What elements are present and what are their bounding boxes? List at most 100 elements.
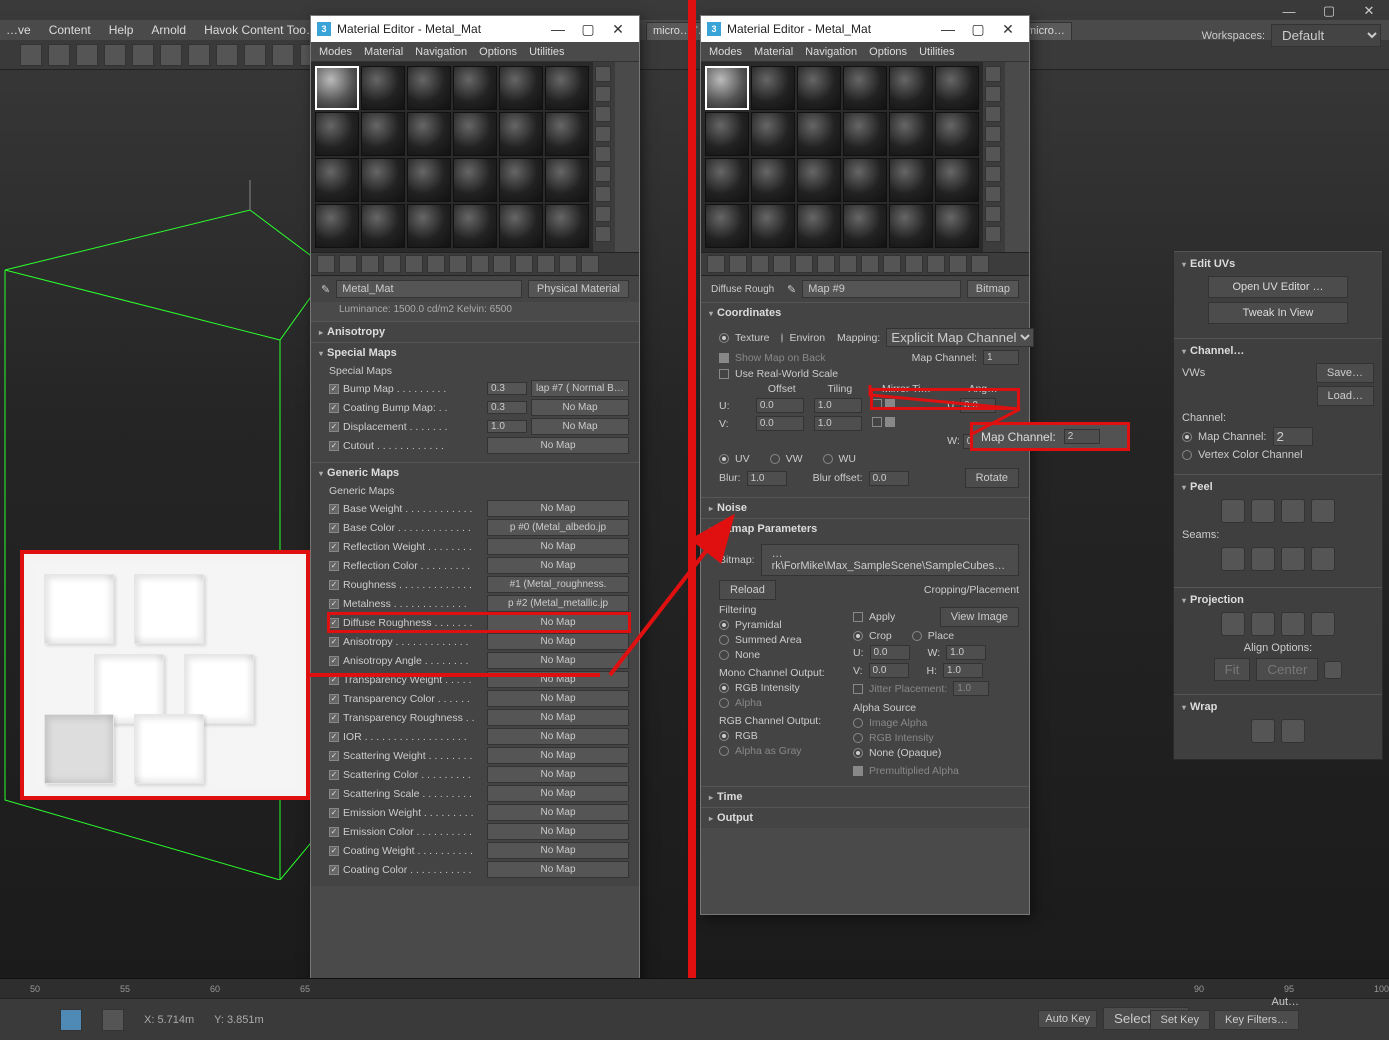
menu-item[interactable]: …ve bbox=[6, 23, 31, 37]
mat-tool-icon[interactable] bbox=[339, 255, 357, 273]
mono-rgb-radio[interactable] bbox=[719, 683, 729, 693]
sample-slot[interactable] bbox=[797, 204, 841, 248]
mat-tool-icon[interactable] bbox=[559, 255, 577, 273]
sample-slot[interactable] bbox=[453, 112, 497, 156]
projection-tool-icon[interactable] bbox=[1281, 612, 1305, 636]
summed-area-radio[interactable] bbox=[719, 635, 729, 645]
jitter-spinner[interactable] bbox=[953, 681, 989, 696]
map-slot-button[interactable]: No Map bbox=[487, 861, 629, 878]
sample-slot[interactable] bbox=[453, 204, 497, 248]
peel-tool-icon[interactable] bbox=[1251, 499, 1275, 523]
mono-alpha-radio[interactable] bbox=[719, 698, 729, 708]
side-tool-icon[interactable] bbox=[985, 86, 1001, 102]
mat-tool-icon[interactable] bbox=[905, 255, 923, 273]
menu-item[interactable]: Material bbox=[754, 46, 793, 58]
map-channel-spinner[interactable] bbox=[1273, 427, 1313, 446]
u-tiling-spinner[interactable] bbox=[814, 398, 862, 413]
map-enable-check[interactable] bbox=[329, 542, 339, 552]
side-tool-icon[interactable] bbox=[595, 106, 611, 122]
mapping-select[interactable]: Explicit Map Channel bbox=[886, 328, 1034, 347]
mat-tool-icon[interactable] bbox=[883, 255, 901, 273]
mapchannel-callout-spinner[interactable] bbox=[1064, 429, 1100, 444]
toolbar-button[interactable] bbox=[188, 44, 210, 66]
seam-tool-icon[interactable] bbox=[1311, 547, 1335, 571]
map-slot-button[interactable]: No Map bbox=[487, 690, 629, 707]
mat-tool-icon[interactable] bbox=[839, 255, 857, 273]
map-enable-check[interactable] bbox=[329, 422, 339, 432]
sample-slot[interactable] bbox=[751, 204, 795, 248]
side-tool-icon[interactable] bbox=[985, 226, 1001, 242]
seam-tool-icon[interactable] bbox=[1281, 547, 1305, 571]
channel-head[interactable]: Channel… bbox=[1182, 345, 1374, 357]
menu-item[interactable]: Havok Content Too… bbox=[204, 23, 318, 37]
minimize-icon[interactable]: — bbox=[543, 21, 573, 37]
mat-tool-icon[interactable] bbox=[817, 255, 835, 273]
v-tile-check[interactable] bbox=[885, 417, 895, 427]
edit-uvs-head[interactable]: Edit UVs bbox=[1182, 258, 1374, 270]
side-tool-icon[interactable] bbox=[985, 66, 1001, 82]
mat-tool-icon[interactable] bbox=[949, 255, 967, 273]
map-slot-button[interactable]: No Map bbox=[487, 785, 629, 802]
map-enable-check[interactable] bbox=[329, 732, 339, 742]
map-slot-button[interactable]: No Map bbox=[487, 842, 629, 859]
sample-slot[interactable] bbox=[407, 204, 451, 248]
map-slot-button[interactable]: No Map bbox=[487, 557, 629, 574]
map-enable-check[interactable] bbox=[329, 580, 339, 590]
maximize-button[interactable]: ▢ bbox=[1309, 0, 1349, 22]
time-slider[interactable]: 50556065 9095100 bbox=[0, 978, 1389, 998]
crop-v-spinner[interactable] bbox=[869, 663, 909, 678]
keyfilters-button[interactable]: Key Filters… bbox=[1214, 1010, 1299, 1030]
v-mirror-check[interactable] bbox=[872, 417, 882, 427]
sample-slot[interactable] bbox=[705, 204, 749, 248]
side-tool-icon[interactable] bbox=[595, 126, 611, 142]
map-slot-button[interactable]: lap #7 ( Normal Bump bbox=[531, 380, 629, 397]
sample-slot[interactable] bbox=[705, 158, 749, 202]
pyramidal-radio[interactable] bbox=[719, 620, 729, 630]
sample-slot[interactable] bbox=[935, 204, 979, 248]
eyedropper-icon[interactable]: ✎ bbox=[787, 283, 796, 296]
map-enable-check[interactable] bbox=[329, 523, 339, 533]
mat-tool-icon[interactable] bbox=[927, 255, 945, 273]
projection-tool-icon[interactable] bbox=[1221, 612, 1245, 636]
crop-w-spinner[interactable] bbox=[946, 645, 986, 660]
sample-slot[interactable] bbox=[843, 66, 887, 110]
map-slot-button[interactable]: No Map bbox=[487, 538, 629, 555]
center-button[interactable]: Center bbox=[1256, 658, 1318, 681]
mat-tool-icon[interactable] bbox=[317, 255, 335, 273]
mat-tool-icon[interactable] bbox=[795, 255, 813, 273]
rgb-intensity-radio[interactable] bbox=[853, 733, 863, 743]
window-titlebar[interactable]: 3 Material Editor - Metal_Mat — ▢ ✕ bbox=[701, 16, 1029, 42]
sample-slot[interactable] bbox=[361, 158, 405, 202]
jitter-check[interactable] bbox=[853, 684, 863, 694]
map-enable-check[interactable] bbox=[329, 561, 339, 571]
map-name-input[interactable] bbox=[802, 280, 961, 298]
mat-tool-icon[interactable] bbox=[971, 255, 989, 273]
mat-tool-icon[interactable] bbox=[861, 255, 879, 273]
map-enable-check[interactable] bbox=[329, 865, 339, 875]
menu-item[interactable]: Utilities bbox=[529, 46, 564, 58]
fit-button[interactable]: Fit bbox=[1214, 658, 1251, 681]
none-filter-radio[interactable] bbox=[719, 650, 729, 660]
sample-slot[interactable] bbox=[751, 112, 795, 156]
map-enable-check[interactable] bbox=[329, 656, 339, 666]
load-uvs-button[interactable]: Load… bbox=[1317, 386, 1374, 406]
mapchannel-spinner[interactable] bbox=[983, 350, 1019, 365]
mat-tool-icon[interactable] bbox=[729, 255, 747, 273]
bitmap-path-button[interactable]: …rk\ForMike\Max_SampleScene\SampleCubes_… bbox=[761, 544, 1019, 576]
sample-slot[interactable] bbox=[751, 66, 795, 110]
mat-tool-icon[interactable] bbox=[515, 255, 533, 273]
vw-radio[interactable] bbox=[770, 454, 780, 464]
map-slot-button[interactable]: No Map bbox=[531, 399, 629, 416]
map-enable-check[interactable] bbox=[329, 675, 339, 685]
rollout-time[interactable]: Time bbox=[701, 787, 1029, 807]
real-world-check[interactable] bbox=[719, 369, 729, 379]
map-channel-radio[interactable] bbox=[1182, 432, 1192, 442]
autokey-button[interactable]: Auto Key bbox=[1038, 1010, 1097, 1028]
view-image-button[interactable]: View Image bbox=[940, 607, 1019, 627]
side-tool-icon[interactable] bbox=[595, 86, 611, 102]
sample-slot[interactable] bbox=[315, 204, 359, 248]
sample-slot[interactable] bbox=[705, 112, 749, 156]
map-slot-button[interactable]: No Map bbox=[487, 823, 629, 840]
sample-slot[interactable] bbox=[315, 112, 359, 156]
uv-radio[interactable] bbox=[719, 454, 729, 464]
